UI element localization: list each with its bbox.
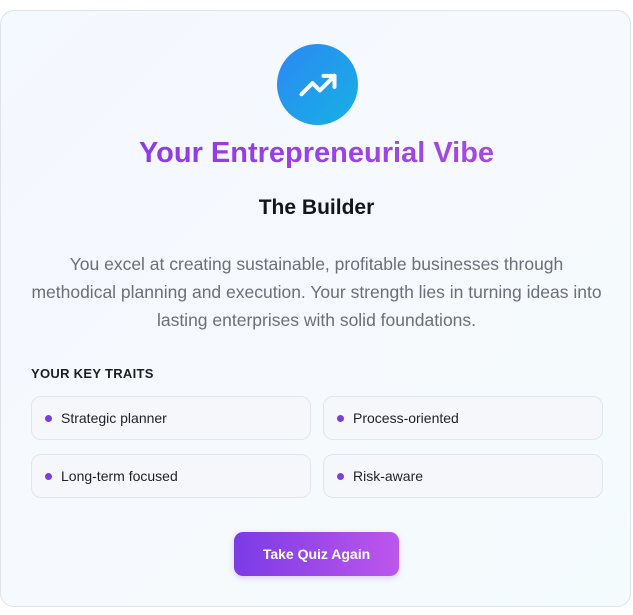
take-quiz-again-button[interactable]: Take Quiz Again — [234, 532, 399, 576]
bullet-dot-icon — [337, 414, 344, 422]
trending-up-icon — [298, 73, 337, 96]
trait-label: Strategic planner — [61, 410, 167, 426]
trait-item: Risk-aware — [323, 454, 603, 498]
trait-label: Process-oriented — [353, 410, 459, 426]
result-title: Your Entrepreneurial Vibe — [0, 137, 633, 170]
trait-item: Strategic planner — [31, 396, 311, 440]
trait-item: Process-oriented — [323, 396, 603, 440]
result-type-name: The Builder — [258, 196, 375, 219]
bullet-dot-icon — [45, 472, 52, 480]
key-traits-heading: YOUR KEY TRAITS — [31, 366, 154, 381]
trait-item: Long-term focused — [31, 454, 311, 498]
result-description: You excel at creating sustainable, profi… — [31, 254, 602, 330]
trait-label: Risk-aware — [353, 468, 424, 484]
bullet-dot-icon — [337, 472, 344, 480]
trait-label: Long-term focused — [61, 468, 178, 484]
bullet-dot-icon — [45, 414, 52, 422]
result-icon-badge — [277, 44, 358, 125]
